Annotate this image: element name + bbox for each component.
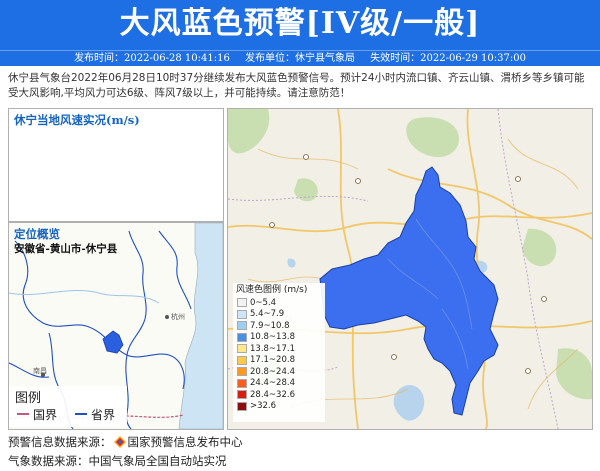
legend-item: 10.8~13.8 [233, 332, 325, 344]
legend-swatch [237, 367, 247, 377]
issue-time: 发布时间：2022-06-28 10:41:16 [74, 53, 230, 64]
location-region: 安徽省-黄山市-休宁县 [14, 243, 118, 255]
legend-label: 24.4~28.4 [250, 378, 295, 389]
issuer: 发布单位：休宁县气象局 [245, 53, 355, 64]
legend-item: 7.9~10.8 [233, 320, 325, 332]
legend-item: 5.4~7.9 [233, 309, 325, 321]
national-boundary-label: 国界 [33, 408, 58, 422]
legend-label: 20.8~24.4 [250, 366, 295, 377]
legend-swatch [237, 401, 247, 411]
warning-title: 大风蓝色预警[IV级/一般] [119, 6, 481, 41]
national-boundary-swatch [17, 413, 29, 415]
province-boundary-label: 省界 [91, 408, 116, 422]
legend-swatch [237, 321, 247, 331]
legend-rows: 0~5.4 5.4~7.9 7.9~10.8 10.8~13.8 13.8~17.1 17… [233, 297, 325, 412]
legend-item: 13.8~17.1 [233, 343, 325, 355]
warning-center-logo-icon [113, 436, 126, 448]
legend-swatch [237, 344, 247, 354]
legend-item: 20.8~24.4 [233, 366, 325, 378]
legend-label: 17.1~20.8 [250, 355, 295, 366]
expire-time: 失效时间：2022-06-29 10:37:00 [370, 53, 526, 64]
legend-label: 10.8~13.8 [250, 332, 295, 343]
overview-legend: 图例 国界 省界 [9, 386, 127, 427]
province-boundary-swatch [75, 413, 87, 415]
legend-item: 28.4~32.6 [233, 389, 325, 401]
legend-label: >32.6 [250, 401, 277, 412]
legend-swatch [237, 332, 247, 342]
legend-label: 13.8~17.1 [250, 343, 295, 354]
legend-title: 风速色图例 (m/s) [236, 285, 308, 295]
legend-label: 7.9~10.8 [250, 320, 290, 331]
legend-item: 0~5.4 [233, 297, 325, 309]
location-panel-title: 定位概览 [14, 227, 60, 241]
legend-label: 0~5.4 [250, 297, 277, 308]
legend-swatch [237, 390, 247, 400]
legend-label: 5.4~7.9 [250, 309, 285, 320]
wind-panel-title: 休宁当地风速实况(m/s) [14, 113, 140, 127]
legend-swatch [237, 309, 247, 319]
warning-source-label: 预警信息数据来源： [8, 435, 112, 449]
wind-observation-panel: 休宁当地风速实况(m/s) [8, 108, 224, 222]
legend-item: 17.1~20.8 [233, 355, 325, 367]
legend-swatch [237, 298, 247, 308]
warning-source-name: 国家预警信息发布中心 [127, 435, 243, 449]
wind-speed-legend: 风速色图例 (m/s) 0~5.4 5.4~7.9 7.9~10.8 10.8~13.… [233, 283, 325, 422]
warning-meta: 发布时间：2022-06-28 10:41:16 发布单位：休宁县气象局 失效时… [0, 50, 600, 67]
legend-swatch [237, 355, 247, 365]
city-label-nanchang: 南昌 [33, 366, 47, 375]
city-label-hangzhou: 杭州 [171, 312, 185, 321]
legend-label: 28.4~32.6 [250, 389, 295, 400]
legend-swatch [237, 378, 247, 388]
legend-item: 24.4~28.4 [233, 378, 325, 390]
weather-source: 气象数据来源：中国气象局全国自动站实况 [8, 454, 227, 468]
overview-legend-title: 图例 [15, 391, 42, 406]
warning-source: 预警信息数据来源： 国家预警信息发布中心 [8, 434, 243, 450]
warning-description: 休宁县气象台2022年06月28日10时37分继续发布大风蓝色预警信号。预计24… [8, 72, 585, 99]
legend-item: >32.6 [233, 401, 325, 413]
warning-header: 大风蓝色预警[IV级/一般] 发布时间：2022-06-28 10:41:16 … [0, 0, 600, 66]
